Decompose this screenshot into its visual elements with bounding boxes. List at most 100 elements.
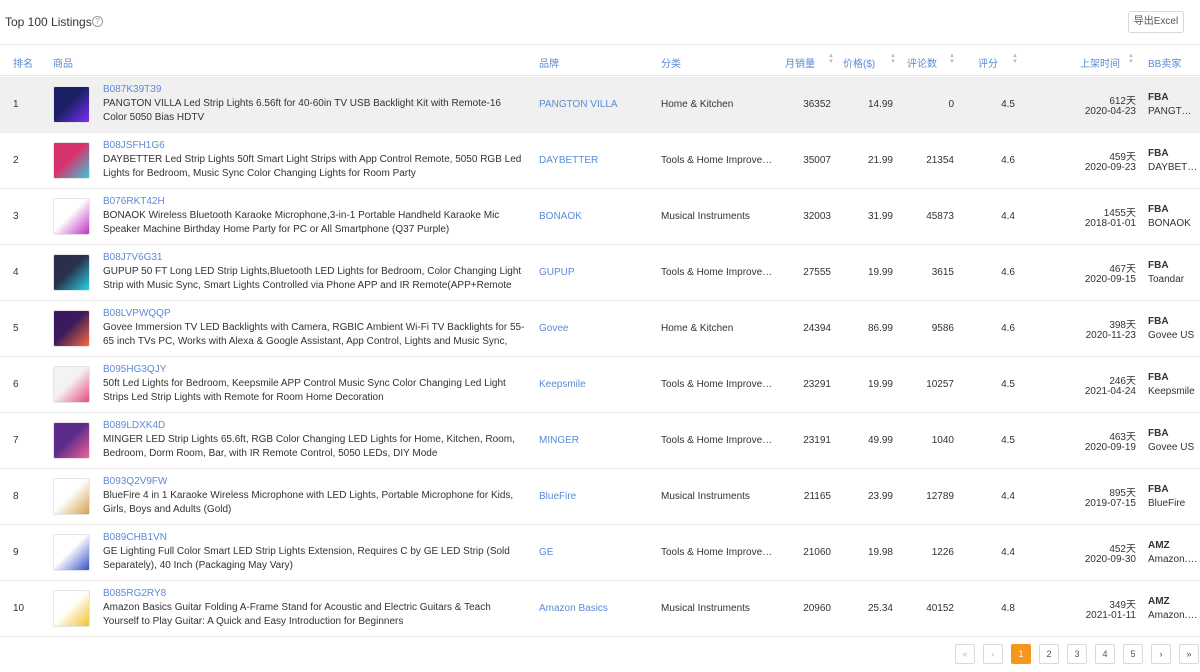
monthly-sales: 24394 bbox=[803, 323, 831, 334]
review-count: 21354 bbox=[926, 155, 954, 166]
sort-icon[interactable]: ▲ ▼ bbox=[890, 53, 896, 67]
category: Musical Instruments bbox=[661, 211, 750, 222]
product-thumbnail[interactable] bbox=[53, 86, 90, 123]
rating: 4.4 bbox=[1001, 547, 1015, 558]
category: Tools & Home Improvement bbox=[661, 155, 773, 166]
page-button-5[interactable]: 5 bbox=[1123, 644, 1143, 664]
sort-icon[interactable]: ▲ ▼ bbox=[1128, 53, 1134, 67]
page-button-3[interactable]: 3 bbox=[1067, 644, 1087, 664]
listed-date: 2021-04-24 bbox=[1084, 386, 1136, 397]
table-row[interactable]: 4 B08J7V6G31 GUPUP 50 FT Long LED Strip Li… bbox=[0, 245, 1200, 301]
brand-link[interactable]: DAYBETTER bbox=[539, 155, 649, 166]
category: Tools & Home Improvement bbox=[661, 379, 773, 390]
monthly-sales: 27555 bbox=[803, 267, 831, 278]
fulfillment-badge: FBA bbox=[1148, 428, 1169, 439]
monthly-sales: 21165 bbox=[803, 491, 831, 502]
brand-link[interactable]: GE bbox=[539, 547, 649, 558]
asin-link[interactable]: B095HG3QJY bbox=[103, 364, 166, 375]
buybox-seller: PANGTON VILLA bbox=[1148, 106, 1198, 117]
asin-link[interactable]: B093Q2V9FW bbox=[103, 476, 167, 487]
table-row[interactable]: 1 B087K39T39 PANGTON VILLA Led Strip Light… bbox=[0, 77, 1200, 133]
first-page-button[interactable]: « bbox=[955, 644, 975, 664]
fulfillment-badge: FBA bbox=[1148, 148, 1169, 159]
brand-link[interactable]: Govee bbox=[539, 323, 649, 334]
table-row[interactable]: 9 B089CHB1VN GE Lighting Full Color Smart … bbox=[0, 525, 1200, 581]
asin-link[interactable]: B085RG2RY8 bbox=[103, 588, 166, 599]
asin-link[interactable]: B087K39T39 bbox=[103, 84, 161, 95]
product-thumbnail[interactable] bbox=[53, 590, 90, 627]
table-row[interactable]: 5 B08LVPWQQP Govee Immersion TV LED Backli… bbox=[0, 301, 1200, 357]
table-row[interactable]: 3 B076RKT42H BONAOK Wireless Bluetooth Kar… bbox=[0, 189, 1200, 245]
column-header-reviews[interactable]: 评论数 bbox=[907, 55, 937, 70]
asin-link[interactable]: B08JSFH1G6 bbox=[103, 140, 165, 151]
days-listed: 459天 bbox=[1109, 152, 1136, 163]
prev-page-button[interactable]: ‹ bbox=[983, 644, 1003, 664]
product-title: GUPUP 50 FT Long LED Strip Lights,Blueto… bbox=[103, 266, 522, 291]
rank: 10 bbox=[13, 603, 25, 614]
export-excel-button[interactable]: 导出Excel bbox=[1128, 11, 1184, 33]
days-listed: 452天 bbox=[1109, 544, 1136, 555]
page-button-4[interactable]: 4 bbox=[1095, 644, 1115, 664]
column-header-rating[interactable]: 评分 bbox=[978, 55, 998, 70]
sort-icon[interactable]: ▲ ▼ bbox=[1012, 53, 1018, 67]
page-button-2[interactable]: 2 bbox=[1039, 644, 1059, 664]
monthly-sales: 20960 bbox=[803, 603, 831, 614]
sort-icon[interactable]: ▲ ▼ bbox=[949, 53, 955, 67]
table-row[interactable]: 8 B093Q2V9FW BlueFire 4 in 1 Karaoke Wirel… bbox=[0, 469, 1200, 525]
sort-icon[interactable]: ▲ ▼ bbox=[828, 53, 834, 67]
listed-date: 2020-04-23 bbox=[1084, 106, 1136, 117]
column-header-brand: 品牌 bbox=[539, 59, 559, 70]
page-button-1[interactable]: 1 bbox=[1011, 644, 1031, 664]
fulfillment-badge: FBA bbox=[1148, 260, 1169, 271]
product-thumbnail[interactable] bbox=[53, 142, 90, 179]
column-header-product: 商品 bbox=[53, 59, 73, 70]
category: Tools & Home Improvement bbox=[661, 435, 773, 446]
days-listed: 895天 bbox=[1109, 488, 1136, 499]
product-thumbnail[interactable] bbox=[53, 254, 90, 291]
next-page-button[interactable]: › bbox=[1151, 644, 1171, 664]
rank: 3 bbox=[13, 211, 19, 222]
product-thumbnail[interactable] bbox=[53, 198, 90, 235]
fulfillment-badge: FBA bbox=[1148, 484, 1169, 495]
asin-link[interactable]: B08LVPWQQP bbox=[103, 308, 171, 319]
product-thumbnail[interactable] bbox=[53, 366, 90, 403]
table-row[interactable]: 2 B08JSFH1G6 DAYBETTER Led Strip Lights 50… bbox=[0, 133, 1200, 189]
rank: 8 bbox=[13, 491, 19, 502]
buybox-seller: Amazon.com bbox=[1148, 610, 1198, 621]
product-thumbnail[interactable] bbox=[53, 310, 90, 347]
asin-link[interactable]: B076RKT42H bbox=[103, 196, 165, 207]
buybox-seller: Toandar bbox=[1148, 274, 1185, 285]
product-title: GE Lighting Full Color Smart LED Strip L… bbox=[103, 546, 510, 571]
rating: 4.5 bbox=[1001, 435, 1015, 446]
asin-link[interactable]: B089CHB1VN bbox=[103, 532, 167, 543]
asin-link[interactable]: B08J7V6G31 bbox=[103, 252, 163, 263]
product-thumbnail[interactable] bbox=[53, 422, 90, 459]
table-row[interactable]: 6 B095HG3QJY 50ft Led Lights for Bedroom, … bbox=[0, 357, 1200, 413]
asin-link[interactable]: B089LDXK4D bbox=[103, 420, 165, 431]
brand-link[interactable]: BlueFire bbox=[539, 491, 649, 502]
column-header-sales[interactable]: 月销量 bbox=[785, 55, 815, 70]
listed-date: 2021-01-11 bbox=[1085, 610, 1136, 621]
table-row[interactable]: 7 B089LDXK4D MINGER LED Strip Lights 65.6f… bbox=[0, 413, 1200, 469]
last-page-button[interactable]: » bbox=[1179, 644, 1199, 664]
column-header-price[interactable]: 价格($) bbox=[843, 55, 875, 70]
help-icon[interactable]: ? bbox=[92, 16, 103, 27]
brand-link[interactable]: PANGTON VILLA bbox=[539, 99, 649, 110]
days-listed: 467天 bbox=[1109, 264, 1136, 275]
column-header-listed[interactable]: 上架时间 bbox=[1080, 55, 1120, 70]
table-row[interactable]: 10 B085RG2RY8 Amazon Basics Guitar Folding… bbox=[0, 581, 1200, 637]
listed-date: 2020-09-15 bbox=[1084, 274, 1136, 285]
fulfillment-badge: FBA bbox=[1148, 92, 1169, 103]
brand-link[interactable]: Amazon Basics bbox=[539, 603, 649, 614]
brand-link[interactable]: GUPUP bbox=[539, 267, 649, 278]
column-header-category: 分类 bbox=[661, 59, 681, 70]
buybox-seller: BONAOK bbox=[1148, 218, 1191, 229]
product-thumbnail[interactable] bbox=[53, 478, 90, 515]
brand-link[interactable]: MINGER bbox=[539, 435, 649, 446]
brand-link[interactable]: BONAOK bbox=[539, 211, 649, 222]
category: Home & Kitchen bbox=[661, 99, 734, 110]
days-listed: 463天 bbox=[1109, 432, 1136, 443]
brand-link[interactable]: Keepsmile bbox=[539, 379, 649, 390]
product-thumbnail[interactable] bbox=[53, 534, 90, 571]
rank: 1 bbox=[13, 99, 19, 110]
